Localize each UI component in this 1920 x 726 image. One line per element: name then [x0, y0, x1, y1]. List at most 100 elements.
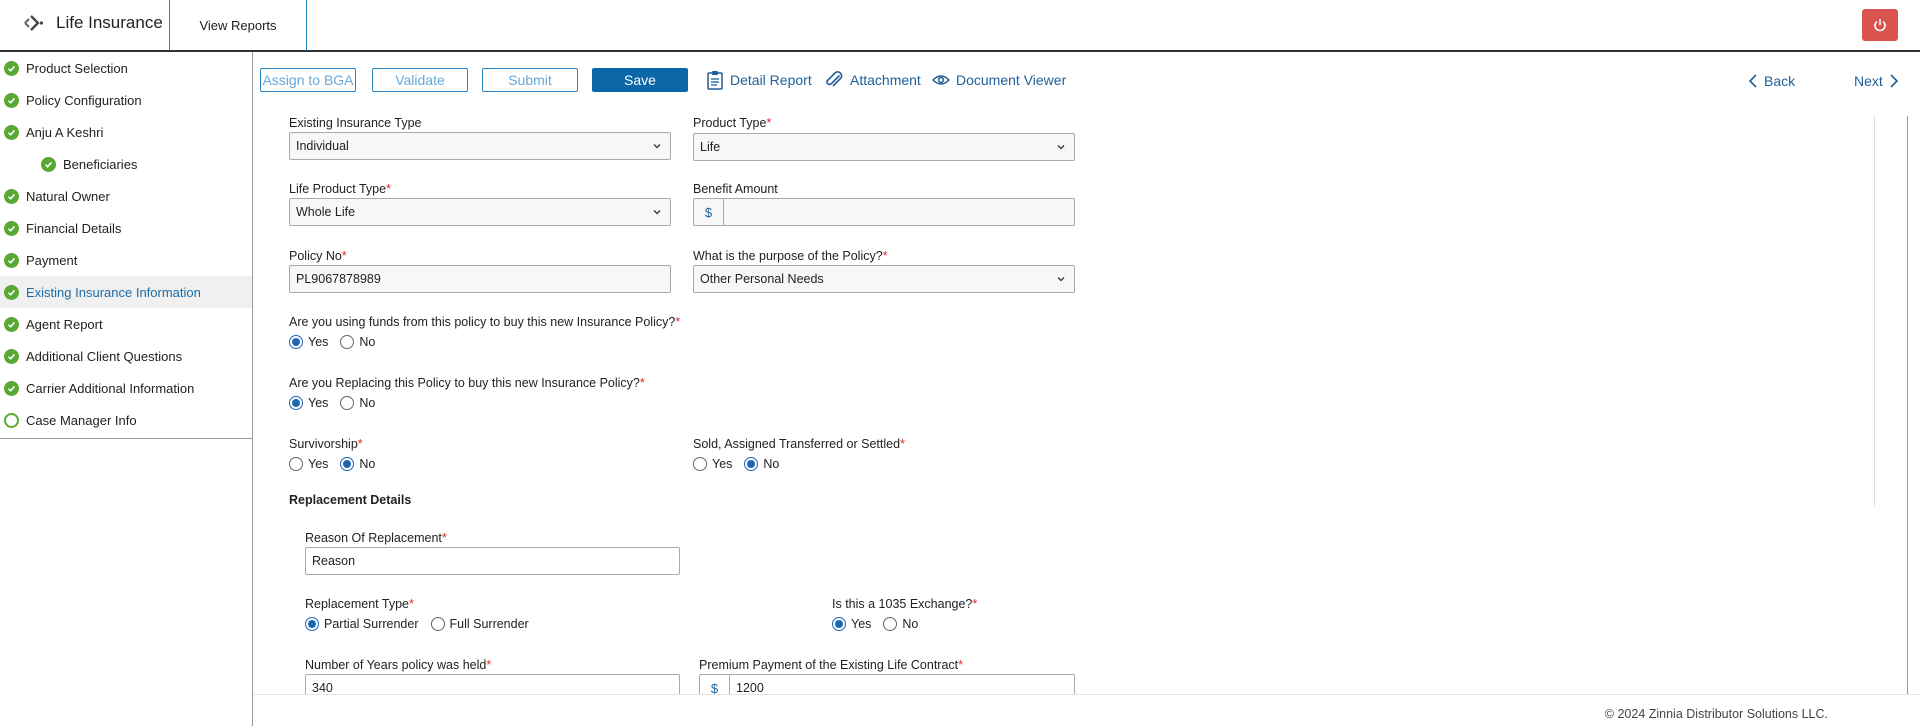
save-button[interactable]: Save	[592, 68, 688, 92]
sidebar-item-insured[interactable]: Anju A Keshri	[0, 116, 252, 148]
sold-assigned-radio-group: Yes No	[693, 455, 791, 473]
partial-surrender-option[interactable]: Partial Surrender	[305, 617, 419, 631]
life-product-type-select[interactable]: Whole Life	[289, 198, 671, 226]
check-circle-icon	[4, 124, 19, 140]
radio-yes[interactable]	[832, 617, 846, 631]
radio-yes[interactable]	[289, 457, 303, 471]
document-viewer-link[interactable]: Document Viewer	[932, 66, 1066, 94]
sidebar-item-label: Additional Client Questions	[26, 348, 183, 364]
power-icon	[1874, 19, 1886, 32]
radio-yes[interactable]	[289, 396, 303, 410]
policy-no-value: PL9067878989	[296, 272, 381, 286]
sidebar-item-label: Carrier Additional Information	[26, 380, 195, 396]
sidebar-item-beneficiaries[interactable]: Beneficiaries	[0, 148, 252, 180]
sidebar-item-carrier-additional-information[interactable]: Carrier Additional Information	[0, 372, 252, 404]
back-button[interactable]: Back	[1748, 69, 1795, 93]
sidebar-item-financial-details[interactable]: Financial Details	[0, 212, 252, 244]
assign-to-bga-button[interactable]: Assign to BGA	[260, 68, 356, 92]
radio-no-label: No	[359, 396, 376, 410]
form-divider	[1874, 116, 1875, 506]
app-header: Life Insurance View Reports	[0, 0, 1920, 52]
section-nav: Product Selection Policy Configuration A…	[0, 52, 252, 439]
check-circle-icon	[4, 188, 19, 204]
sidebar-item-agent-report[interactable]: Agent Report	[0, 308, 252, 340]
purpose-label: What is the purpose of the Policy?*	[693, 249, 888, 263]
chevron-left-icon	[1748, 74, 1757, 88]
survivorship-label: Survivorship*	[289, 437, 363, 451]
sidebar-item-label: Policy Configuration	[26, 92, 142, 108]
reason-of-replacement-input[interactable]: Reason	[305, 547, 680, 575]
premium-payment-input[interactable]: $ 1200	[699, 674, 1075, 694]
radio-no[interactable]	[340, 396, 355, 410]
brand[interactable]: Life Insurance	[22, 0, 163, 46]
validate-button[interactable]: Validate	[372, 68, 468, 92]
policy-no-label: Policy No*	[289, 249, 347, 263]
view-reports-link[interactable]: View Reports	[170, 0, 306, 50]
chevron-down-icon	[1057, 145, 1065, 150]
check-circle-icon	[4, 316, 19, 332]
replacement-type-label: Replacement Type*	[305, 597, 414, 611]
radio-no[interactable]	[883, 617, 898, 631]
sidebar-item-existing-insurance[interactable]: Existing Insurance Information	[0, 276, 252, 308]
submit-button[interactable]: Submit	[482, 68, 578, 92]
check-circle-icon	[4, 220, 19, 236]
replacement-details-heading: Replacement Details	[289, 493, 412, 507]
sidebar-item-product-selection[interactable]: Product Selection	[0, 52, 252, 84]
sidebar-item-label: Beneficiaries	[63, 156, 138, 172]
attachment-link[interactable]: Attachment	[824, 66, 921, 94]
years-held-label: Number of Years policy was held*	[305, 658, 492, 672]
survivorship-radio-group: Yes No	[289, 455, 387, 473]
dollar-icon: $	[694, 199, 724, 225]
purpose-select[interactable]: Other Personal Needs	[693, 265, 1075, 293]
replacing-yes-option[interactable]: Yes	[289, 396, 328, 410]
radio-yes-label: Yes	[712, 457, 733, 471]
partial-surrender-label: Partial Surrender	[324, 617, 419, 631]
survivorship-no-option[interactable]: No	[340, 457, 375, 471]
using-funds-radio-group: Yes No	[289, 333, 387, 351]
life-product-type-label: Life Product Type*	[289, 182, 391, 196]
premium-payment-value: 1200	[736, 681, 764, 694]
check-circle-icon	[4, 380, 19, 396]
radio-yes[interactable]	[693, 457, 707, 471]
replacing-no-option[interactable]: No	[340, 396, 375, 410]
sidebar-item-label: Payment	[26, 252, 78, 268]
benefit-amount-label: Benefit Amount	[693, 182, 778, 196]
years-held-input[interactable]: 340	[305, 674, 680, 694]
sidebar-item-natural-owner[interactable]: Natural Owner	[0, 180, 252, 212]
radio-yes[interactable]	[289, 335, 303, 349]
radio-no-label: No	[763, 457, 780, 471]
existing-insurance-form: Existing Insurance Type Individual Produ…	[254, 116, 1908, 694]
sidebar-item-policy-configuration[interactable]: Policy Configuration	[0, 84, 252, 116]
sidebar-item-label: Case Manager Info	[26, 412, 137, 428]
sidebar-item-case-manager-info[interactable]: Case Manager Info	[0, 404, 252, 436]
empty-circle-icon	[4, 412, 19, 428]
chevron-right-icon	[1890, 74, 1898, 88]
existing-insurance-type-select[interactable]: Individual	[289, 132, 671, 160]
benefit-amount-input[interactable]: $	[693, 198, 1075, 226]
radio-no[interactable]	[340, 335, 355, 349]
full-surrender-option[interactable]: Full Surrender	[430, 617, 529, 631]
radio-no-label: No	[359, 335, 376, 349]
using-funds-yes-option[interactable]: Yes	[289, 335, 328, 349]
sold-assigned-yes-option[interactable]: Yes	[693, 457, 732, 471]
sold-assigned-no-option[interactable]: No	[744, 457, 779, 471]
attachment-label: Attachment	[850, 72, 921, 88]
policy-no-input[interactable]: PL9067878989	[289, 265, 671, 293]
sidebar-item-additional-client-questions[interactable]: Additional Client Questions	[0, 340, 252, 372]
radio-full-surrender[interactable]	[430, 617, 445, 631]
sidebar-item-label: Product Selection	[26, 60, 128, 76]
exchange-1035-no-option[interactable]: No	[883, 617, 918, 631]
sidebar-item-payment[interactable]: Payment	[0, 244, 252, 276]
purpose-value: Other Personal Needs	[700, 272, 824, 286]
detail-report-link[interactable]: Detail Report	[706, 66, 812, 94]
logout-button[interactable]	[1862, 9, 1898, 41]
exchange-1035-yes-option[interactable]: Yes	[832, 617, 871, 631]
product-type-select[interactable]: Life	[693, 133, 1075, 161]
next-button[interactable]: Next	[1854, 69, 1899, 93]
using-funds-no-option[interactable]: No	[340, 335, 375, 349]
reason-of-replacement-label: Reason Of Replacement*	[305, 531, 447, 545]
radio-partial-surrender[interactable]	[305, 617, 319, 631]
radio-no[interactable]	[744, 457, 759, 471]
radio-no[interactable]	[340, 457, 355, 471]
survivorship-yes-option[interactable]: Yes	[289, 457, 328, 471]
